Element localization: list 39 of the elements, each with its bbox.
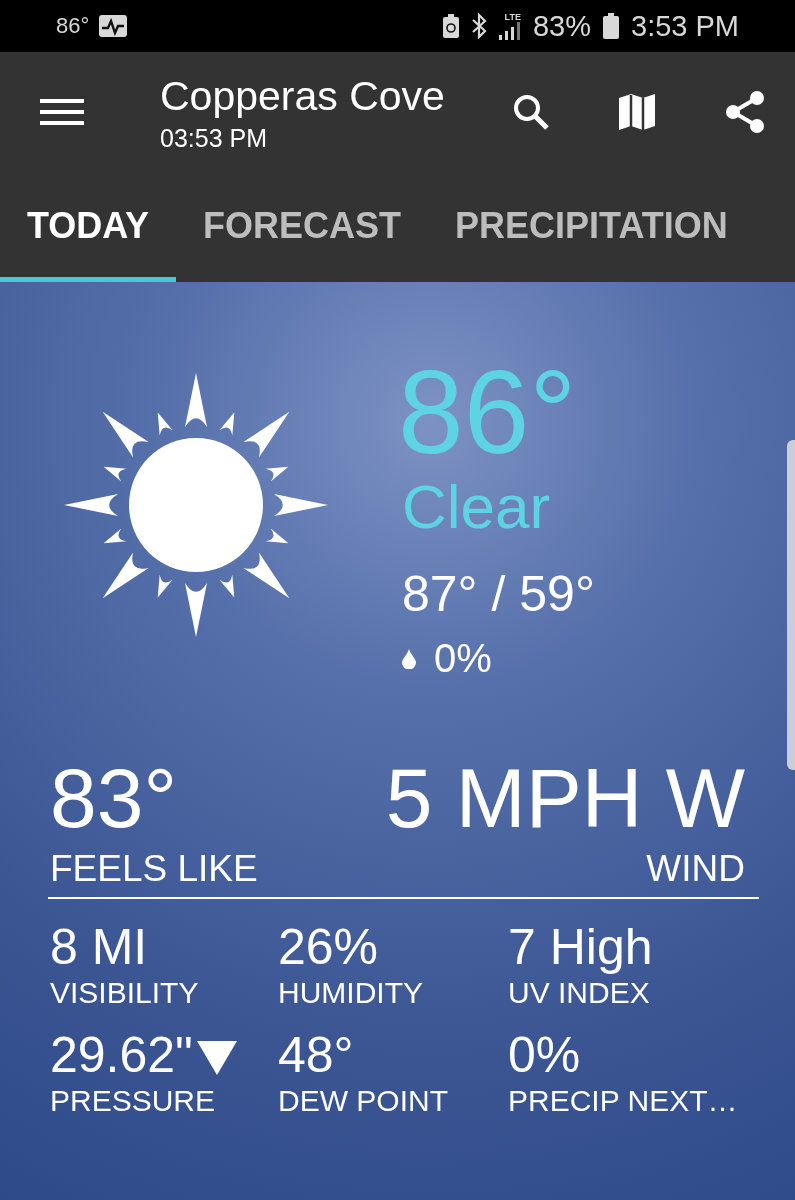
detail-label: HUMIDITY (278, 975, 424, 1011)
detail-value: 29.62" (50, 1027, 193, 1083)
share-button[interactable] (723, 90, 767, 134)
menu-button[interactable] (40, 97, 84, 127)
detail-label: UV INDEX (508, 975, 651, 1011)
detail-label: PRECIP NEXT… (508, 1083, 739, 1119)
search-button[interactable] (511, 92, 551, 132)
status-time: 3:53 PM (631, 9, 739, 43)
detail-value: 48° (278, 1027, 354, 1083)
precipitation-chance: 0% (434, 636, 492, 681)
current-temperature: 86° (398, 352, 578, 472)
activity-icon (99, 15, 128, 37)
high-low-temperature: 87° / 59° (402, 565, 595, 624)
battery-icon (603, 13, 619, 39)
tab[interactable]: FORECAST (176, 185, 429, 282)
update-time: 03:53 PM (160, 123, 268, 153)
location-title: Copperas Cove (160, 71, 446, 120)
detail-value: 26% (278, 919, 379, 975)
summary-value: 5 MPH W (385, 753, 745, 843)
detail-label: DEW POINT (278, 1083, 449, 1119)
detail-label: VISIBILITY (50, 975, 200, 1011)
detail-label: PRESSURE (50, 1083, 217, 1119)
condition: Clear (402, 472, 552, 542)
battery-saver-icon (442, 14, 459, 38)
scroll-handle[interactable] (787, 440, 795, 770)
signal-icon (498, 21, 521, 40)
battery-percentage: 83% (532, 9, 591, 43)
raindrop-icon (402, 648, 416, 669)
bluetooth-icon (470, 13, 487, 39)
tab[interactable]: PRECIPITATION (428, 185, 755, 282)
map-button[interactable] (617, 92, 657, 132)
summary-label: WIND (646, 847, 745, 891)
network-type: LTE (504, 12, 521, 22)
summary-value: 83° (50, 753, 179, 843)
detail-value: 0% (508, 1027, 581, 1083)
detail-value: 7 High (508, 919, 653, 975)
summary-label: FEELS LIKE (50, 847, 258, 891)
detail-value: 8 MI (50, 919, 148, 975)
status-temperature: 86° (56, 13, 90, 39)
